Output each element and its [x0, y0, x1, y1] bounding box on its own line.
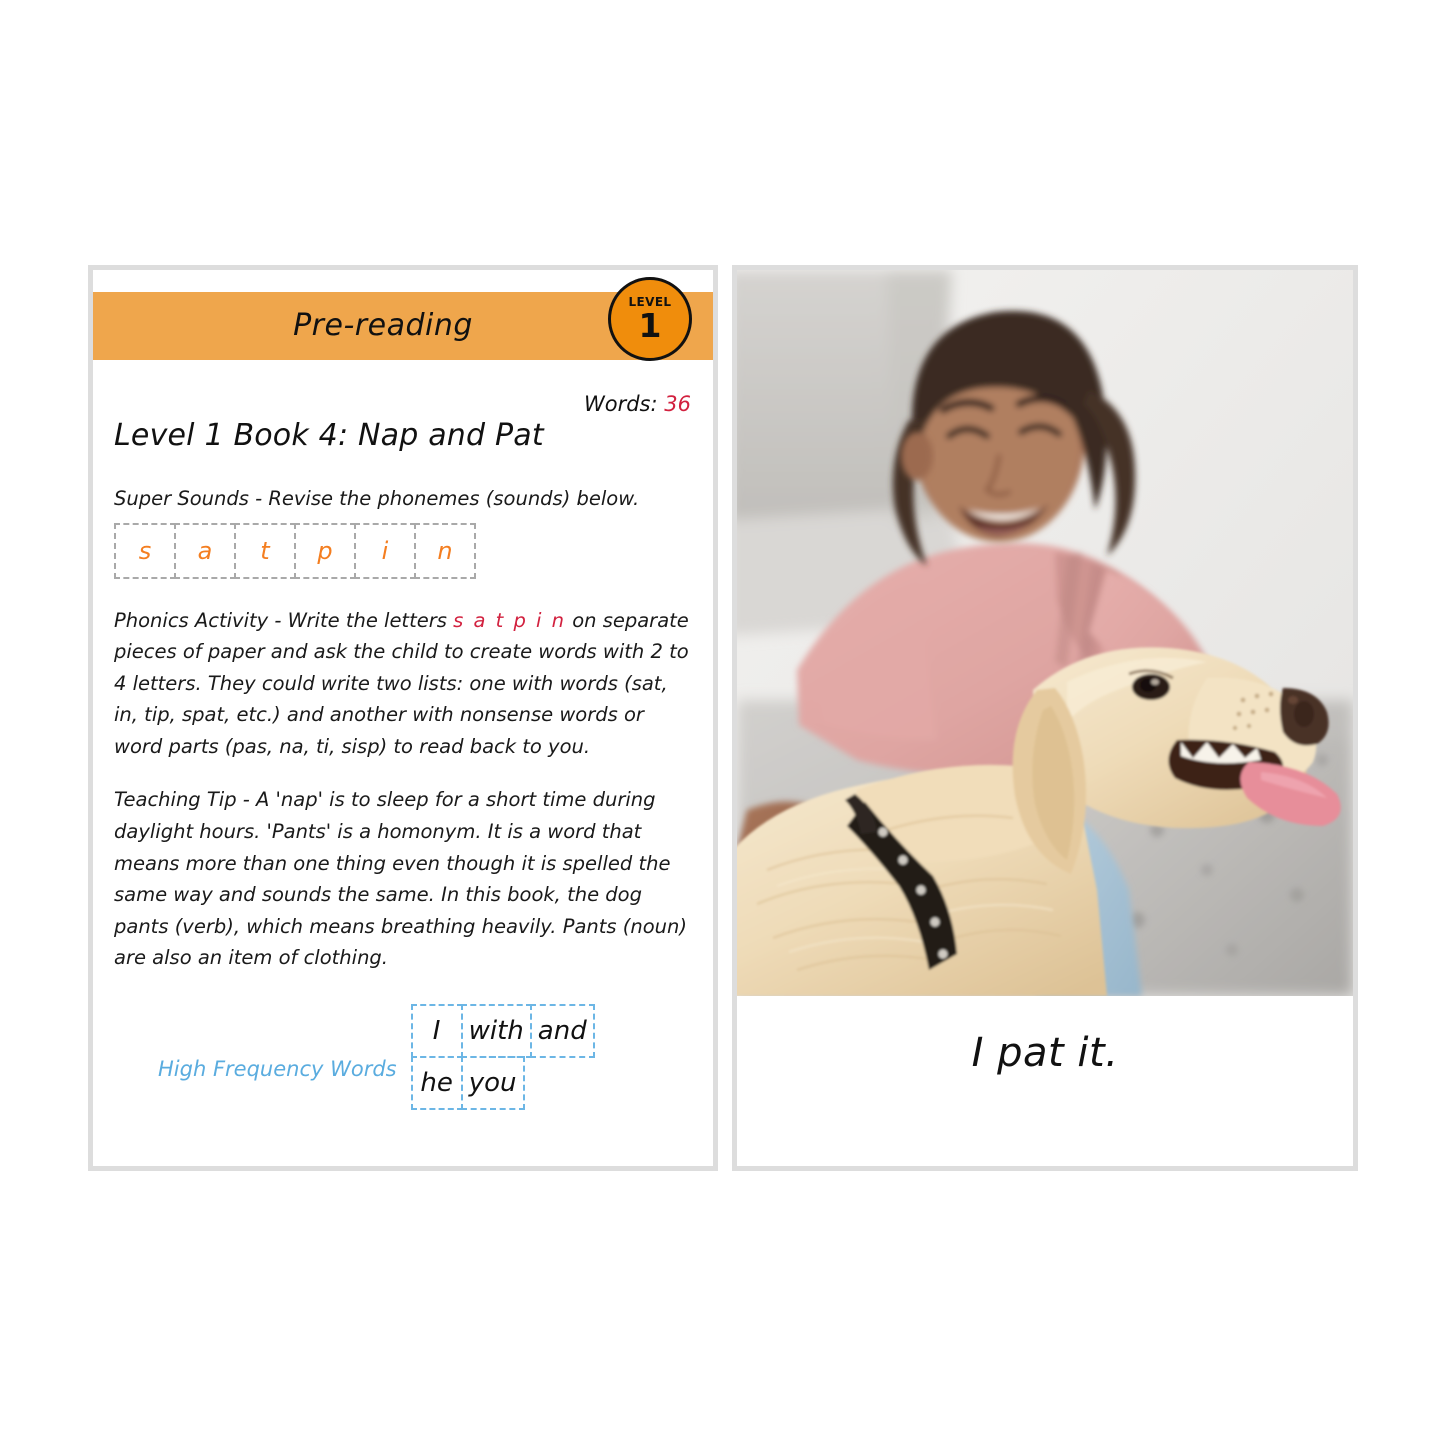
hfw-cell: I: [410, 1003, 463, 1058]
book-spread: Pre-reading LEVEL 1 Words: 36 Level 1 Bo…: [88, 265, 1358, 1171]
word-count-value: 36: [664, 392, 691, 416]
hfw-row: he you: [410, 1055, 593, 1110]
photo-illustration: [737, 270, 1353, 996]
phonics-activity-text-before: Phonics Activity - Write the letters: [114, 608, 454, 632]
hfw-cell: with: [460, 1003, 532, 1058]
super-sounds-label: Super Sounds - Revise the phonemes (soun…: [114, 487, 640, 510]
phoneme-boxes: s a t p i n: [114, 522, 692, 579]
left-page-body: Level 1 Book 4: Nap and Pat Super Sounds…: [114, 418, 692, 1156]
high-frequency-words-label: High Frequency Words: [158, 1056, 397, 1081]
phonics-activity-paragraph: Phonics Activity - Write the letters s a…: [114, 605, 692, 763]
right-page: I pat it.: [732, 265, 1358, 1171]
teaching-tip-paragraph: Teaching Tip - A 'nap' is to sleep for a…: [114, 788, 687, 970]
high-frequency-words-block: High Frequency Words I with and he you: [114, 1003, 692, 1110]
hfw-cell: he: [410, 1055, 463, 1110]
level-badge-number: 1: [638, 306, 662, 345]
story-caption: I pat it.: [971, 1030, 1119, 1076]
phoneme-cell: i: [354, 522, 416, 579]
phoneme-cell: p: [294, 522, 356, 579]
high-frequency-words-grid: I with and he you: [410, 1003, 595, 1110]
banner-area: Pre-reading LEVEL 1: [93, 277, 713, 361]
book-title: Level 1 Book 4: Nap and Pat: [114, 418, 544, 453]
story-photo: [737, 270, 1353, 996]
left-page: Pre-reading LEVEL 1 Words: 36 Level 1 Bo…: [88, 265, 718, 1171]
phoneme-cell: s: [114, 522, 176, 579]
word-count-label: Words:: [583, 392, 658, 416]
word-count: Words: 36: [584, 392, 691, 416]
level-badge: LEVEL 1: [608, 277, 692, 361]
hfw-row: I with and: [410, 1003, 595, 1058]
phoneme-cell: a: [174, 522, 236, 579]
phoneme-cell: n: [414, 522, 476, 579]
phoneme-cell: t: [234, 522, 296, 579]
hfw-cell: you: [460, 1055, 525, 1110]
phonics-activity-letters: s a t p i n: [453, 608, 567, 632]
hfw-cell: and: [529, 1003, 595, 1058]
